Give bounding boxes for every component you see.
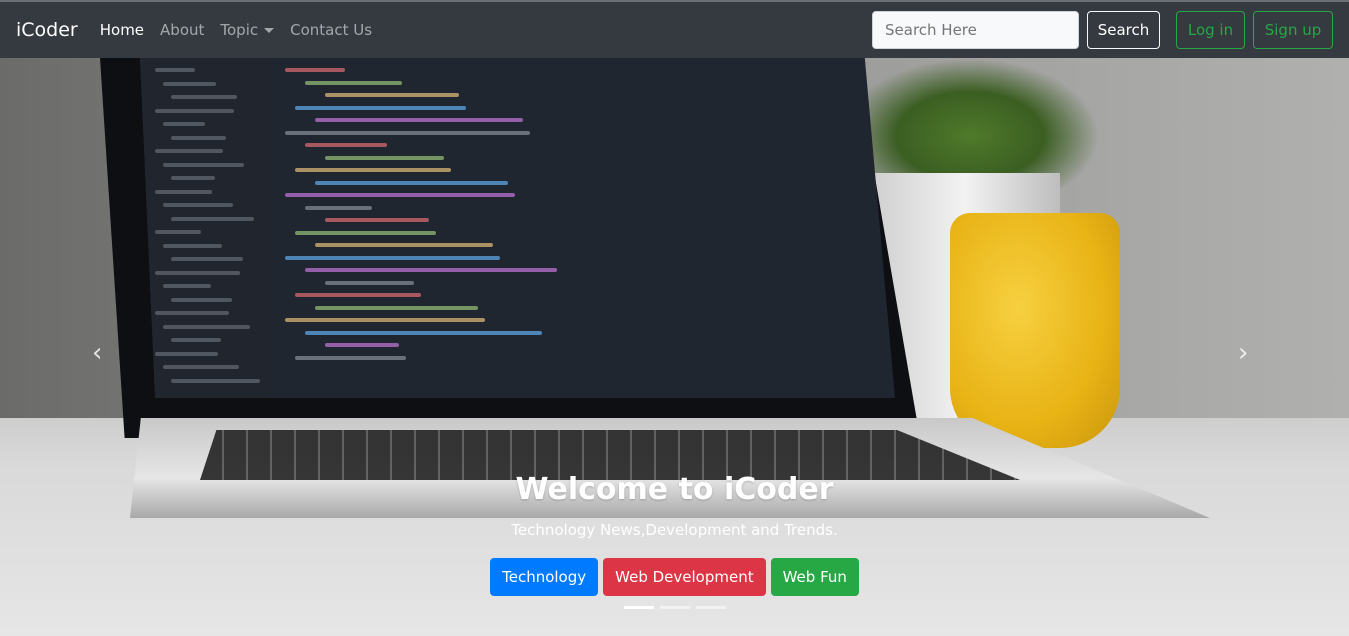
yellow-cup-image: [950, 213, 1120, 448]
login-button[interactable]: Log in: [1176, 11, 1245, 49]
code-line-decoration: [305, 330, 542, 335]
code-line-decoration: [295, 355, 406, 360]
indicator-2[interactable]: [660, 606, 690, 609]
file-tree-decoration: [163, 324, 250, 329]
search-input[interactable]: [872, 11, 1079, 49]
brand-logo[interactable]: iCoder: [16, 19, 78, 41]
web-development-button[interactable]: Web Development: [603, 558, 766, 596]
code-line-decoration: [295, 105, 466, 110]
technology-button[interactable]: Technology: [490, 558, 599, 596]
search-button[interactable]: Search: [1087, 11, 1160, 49]
file-tree-decoration: [155, 270, 240, 275]
code-line-decoration: [325, 218, 429, 222]
web-fun-button[interactable]: Web Fun: [770, 558, 859, 596]
code-line-decoration: [285, 193, 515, 197]
file-tree-decoration: [155, 230, 201, 234]
file-tree-decoration: [171, 95, 237, 99]
code-line-decoration: [305, 205, 372, 210]
file-tree-decoration: [155, 68, 195, 72]
code-line-decoration: [295, 293, 421, 297]
code-line-decoration: [325, 280, 414, 285]
file-tree-decoration: [171, 378, 260, 383]
nav-contact[interactable]: Contact Us: [290, 21, 372, 39]
code-line-decoration: [315, 180, 508, 185]
code-line-decoration: [305, 268, 557, 272]
code-line-decoration: [285, 130, 530, 135]
code-line-decoration: [285, 255, 500, 260]
carousel: ‹ › Welcome to iCoder Technology News,De…: [0, 58, 1349, 636]
code-line-decoration: [285, 318, 485, 322]
plant-image: [840, 58, 1100, 188]
file-tree-decoration: [163, 122, 205, 126]
code-line-decoration: [295, 230, 436, 235]
chevron-left-icon[interactable]: ‹: [92, 338, 102, 368]
code-line-decoration: [315, 118, 523, 122]
indicator-1[interactable]: [624, 606, 654, 609]
file-tree-decoration: [155, 108, 234, 113]
file-tree-decoration: [163, 203, 233, 207]
file-tree-decoration: [163, 162, 244, 167]
code-line-decoration: [295, 168, 451, 172]
code-line-decoration: [315, 243, 493, 247]
signup-button[interactable]: Sign up: [1253, 11, 1333, 49]
file-tree-decoration: [171, 216, 254, 221]
code-line-decoration: [285, 68, 345, 72]
file-tree-decoration: [155, 351, 218, 356]
file-tree-decoration: [163, 365, 239, 369]
code-line-decoration: [325, 93, 459, 97]
file-tree-decoration: [163, 284, 211, 288]
nav-home[interactable]: Home: [100, 21, 144, 39]
file-tree-decoration: [163, 243, 222, 248]
navbar: iCoder Home About Topic Contact Us Searc…: [0, 0, 1349, 58]
carousel-subtitle: Technology News,Development and Trends.: [511, 521, 838, 539]
nav-about[interactable]: About: [160, 21, 204, 39]
code-line-decoration: [305, 143, 387, 147]
file-tree-decoration: [171, 257, 243, 261]
code-line-decoration: [315, 305, 478, 310]
carousel-title: Welcome to iCoder: [515, 472, 834, 507]
file-tree-decoration: [171, 135, 226, 140]
indicator-3[interactable]: [696, 606, 726, 609]
file-tree-decoration: [163, 81, 216, 86]
carousel-indicators: [624, 606, 726, 609]
file-tree-decoration: [171, 338, 221, 342]
file-tree-decoration: [155, 189, 212, 194]
file-tree-decoration: [155, 149, 223, 153]
file-tree-decoration: [155, 311, 229, 315]
caret-down-icon: [264, 28, 275, 33]
code-line-decoration: [305, 80, 402, 85]
nav-topic-dropdown[interactable]: Topic: [220, 21, 275, 39]
nav-topic-label: Topic: [220, 21, 259, 39]
laptop-screen-image: [140, 58, 895, 398]
code-line-decoration: [325, 155, 444, 160]
file-tree-decoration: [171, 297, 232, 302]
code-line-decoration: [325, 343, 399, 347]
chevron-right-icon[interactable]: ›: [1238, 338, 1248, 368]
file-tree-decoration: [171, 176, 215, 180]
